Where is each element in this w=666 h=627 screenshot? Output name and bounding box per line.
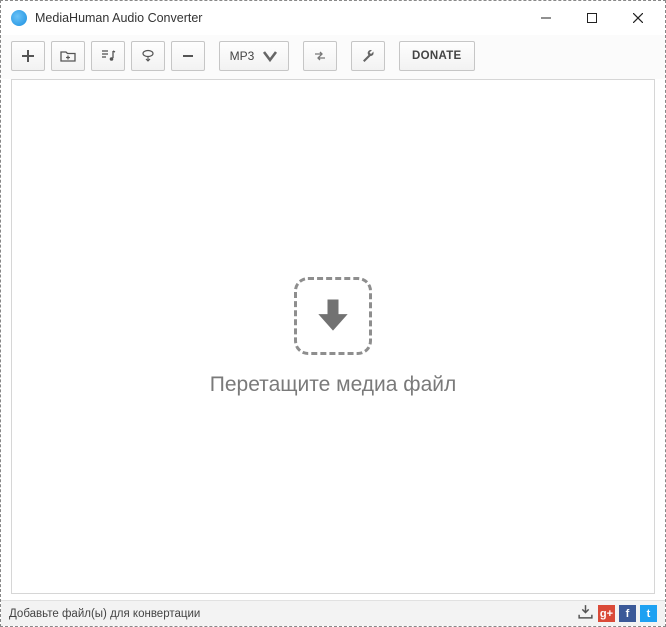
maximize-icon bbox=[587, 13, 597, 23]
toolbar: MP3 DONATE bbox=[1, 35, 665, 79]
updates-button[interactable] bbox=[577, 603, 594, 625]
remove-button[interactable] bbox=[171, 41, 205, 71]
social-links: g+ f t bbox=[577, 603, 657, 625]
statusbar: Добавьте файл(ы) для конвертации g+ f t bbox=[1, 600, 665, 626]
app-window: MediaHuman Audio Converter bbox=[1, 1, 665, 626]
drop-text: Перетащите медиа файл bbox=[210, 373, 457, 397]
add-folder-button[interactable] bbox=[51, 41, 85, 71]
app-icon bbox=[11, 10, 27, 26]
wrench-icon bbox=[360, 48, 376, 64]
window-controls bbox=[523, 2, 661, 34]
convert-icon bbox=[312, 48, 328, 64]
add-file-button[interactable] bbox=[11, 41, 45, 71]
googleplus-button[interactable]: g+ bbox=[598, 605, 615, 622]
folder-plus-icon bbox=[60, 48, 76, 64]
settings-button[interactable] bbox=[351, 41, 385, 71]
music-list-icon bbox=[100, 48, 116, 64]
itunes-button[interactable] bbox=[91, 41, 125, 71]
maximize-button[interactable] bbox=[569, 2, 615, 34]
close-icon bbox=[633, 13, 643, 23]
close-button[interactable] bbox=[615, 2, 661, 34]
minimize-button[interactable] bbox=[523, 2, 569, 34]
chevron-down-icon bbox=[262, 48, 278, 64]
format-label: MP3 bbox=[230, 49, 255, 63]
drop-area[interactable]: Перетащите медиа файл bbox=[11, 79, 655, 594]
format-dropdown[interactable]: MP3 bbox=[219, 41, 289, 71]
convert-button[interactable] bbox=[303, 41, 337, 71]
facebook-button[interactable]: f bbox=[619, 605, 636, 622]
plus-icon bbox=[20, 48, 36, 64]
tray-download-icon bbox=[577, 603, 594, 620]
search-button[interactable] bbox=[131, 41, 165, 71]
download-arrow-icon bbox=[311, 294, 355, 338]
titlebar: MediaHuman Audio Converter bbox=[1, 1, 665, 35]
donate-button[interactable]: DONATE bbox=[399, 41, 475, 71]
drop-box bbox=[294, 277, 372, 355]
donate-label: DONATE bbox=[412, 50, 462, 62]
app-title: MediaHuman Audio Converter bbox=[35, 11, 523, 25]
minus-icon bbox=[180, 48, 196, 64]
status-text: Добавьте файл(ы) для конвертации bbox=[9, 608, 577, 620]
locate-icon bbox=[140, 48, 156, 64]
minimize-icon bbox=[541, 13, 551, 23]
twitter-button[interactable]: t bbox=[640, 605, 657, 622]
